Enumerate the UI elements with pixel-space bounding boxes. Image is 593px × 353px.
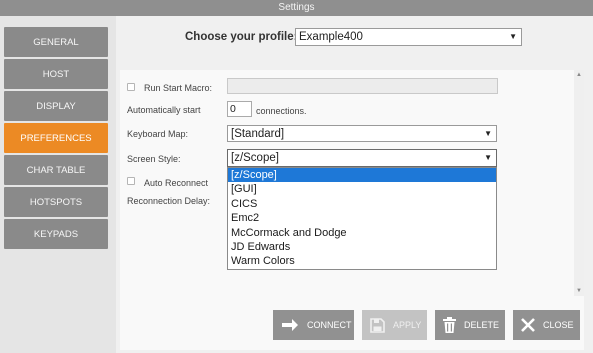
window-title: Settings: [0, 0, 593, 16]
auto-start-count-input[interactable]: 0: [227, 101, 252, 117]
sidebar-item-hotspots[interactable]: HOTSPOTS: [4, 187, 108, 217]
keyboard-map-label: Keyboard Map:: [127, 129, 189, 139]
profile-select[interactable]: Example400 ▼: [295, 28, 522, 46]
keyboard-map-value: [Standard]: [231, 128, 285, 140]
auto-start-suffix: connections.: [256, 106, 307, 116]
sidebar-item-general[interactable]: GENERAL: [4, 27, 108, 57]
screen-style-select[interactable]: [z/Scope] ▼: [227, 149, 497, 167]
arrow-right-icon: [281, 318, 299, 332]
sidebar-item-keypads[interactable]: KEYPADS: [4, 219, 108, 249]
scroll-down-icon[interactable]: ▼: [576, 288, 582, 294]
screen-style-option[interactable]: CICS: [228, 197, 496, 211]
settings-content: Choose your profile: Example400 ▼ Run St…: [116, 16, 593, 353]
run-start-macro-input[interactable]: [227, 78, 498, 94]
screen-style-value: [z/Scope]: [231, 152, 279, 164]
trash-icon: [443, 317, 456, 333]
screen-style-label: Screen Style:: [127, 154, 181, 164]
keyboard-map-select[interactable]: [Standard] ▼: [227, 125, 497, 142]
reconnection-delay-label: Reconnection Delay:: [127, 196, 211, 206]
chevron-down-icon: ▼: [484, 153, 492, 162]
auto-reconnect-checkbox[interactable]: [127, 177, 135, 185]
screen-style-option[interactable]: Emc2: [228, 211, 496, 225]
panel-scrollbar[interactable]: ▲ ▼: [574, 70, 584, 296]
sidebar-item-host[interactable]: HOST: [4, 59, 108, 89]
close-button[interactable]: CLOSE: [513, 310, 580, 340]
apply-button[interactable]: APPLY: [362, 310, 427, 340]
connect-label: CONNECT: [307, 320, 352, 330]
screen-style-option[interactable]: [z/Scope]: [228, 168, 496, 183]
run-start-macro-checkbox[interactable]: [127, 83, 135, 91]
chevron-down-icon: ▼: [509, 32, 517, 41]
run-start-macro-label: Run Start Macro:: [144, 83, 213, 93]
chevron-down-icon: ▼: [484, 129, 492, 138]
preferences-panel: Run Start Macro: Automatically start 0 c…: [120, 70, 584, 350]
delete-label: DELETE: [464, 320, 500, 330]
profile-label: Choose your profile:: [185, 31, 298, 43]
apply-label: APPLY: [393, 320, 422, 330]
connect-button[interactable]: CONNECT: [273, 310, 354, 340]
profile-row: Choose your profile: Example400 ▼: [116, 28, 593, 48]
close-label: CLOSE: [543, 320, 574, 330]
screen-style-dropdown-list: [z/Scope] [GUI] CICS Emc2 McCormack and …: [227, 167, 497, 270]
close-icon: [521, 318, 535, 332]
screen-style-option[interactable]: [GUI]: [228, 182, 496, 196]
screen-style-option[interactable]: Warm Colors: [228, 254, 496, 268]
auto-reconnect-label: Auto Reconnect: [144, 178, 209, 188]
profile-select-value: Example400: [299, 31, 363, 43]
auto-start-label: Automatically start: [127, 105, 201, 115]
sidebar-item-preferences[interactable]: PREFERENCES: [4, 123, 108, 153]
delete-button[interactable]: DELETE: [435, 310, 505, 340]
screen-style-option[interactable]: McCormack and Dodge: [228, 226, 496, 240]
save-icon: [370, 317, 385, 333]
sidebar-item-char-table[interactable]: CHAR TABLE: [4, 155, 108, 185]
sidebar: GENERAL HOST DISPLAY PREFERENCES CHAR TA…: [0, 16, 116, 353]
screen-style-option[interactable]: JD Edwards: [228, 240, 496, 254]
sidebar-item-display[interactable]: DISPLAY: [4, 91, 108, 121]
scroll-up-icon[interactable]: ▲: [576, 72, 582, 78]
